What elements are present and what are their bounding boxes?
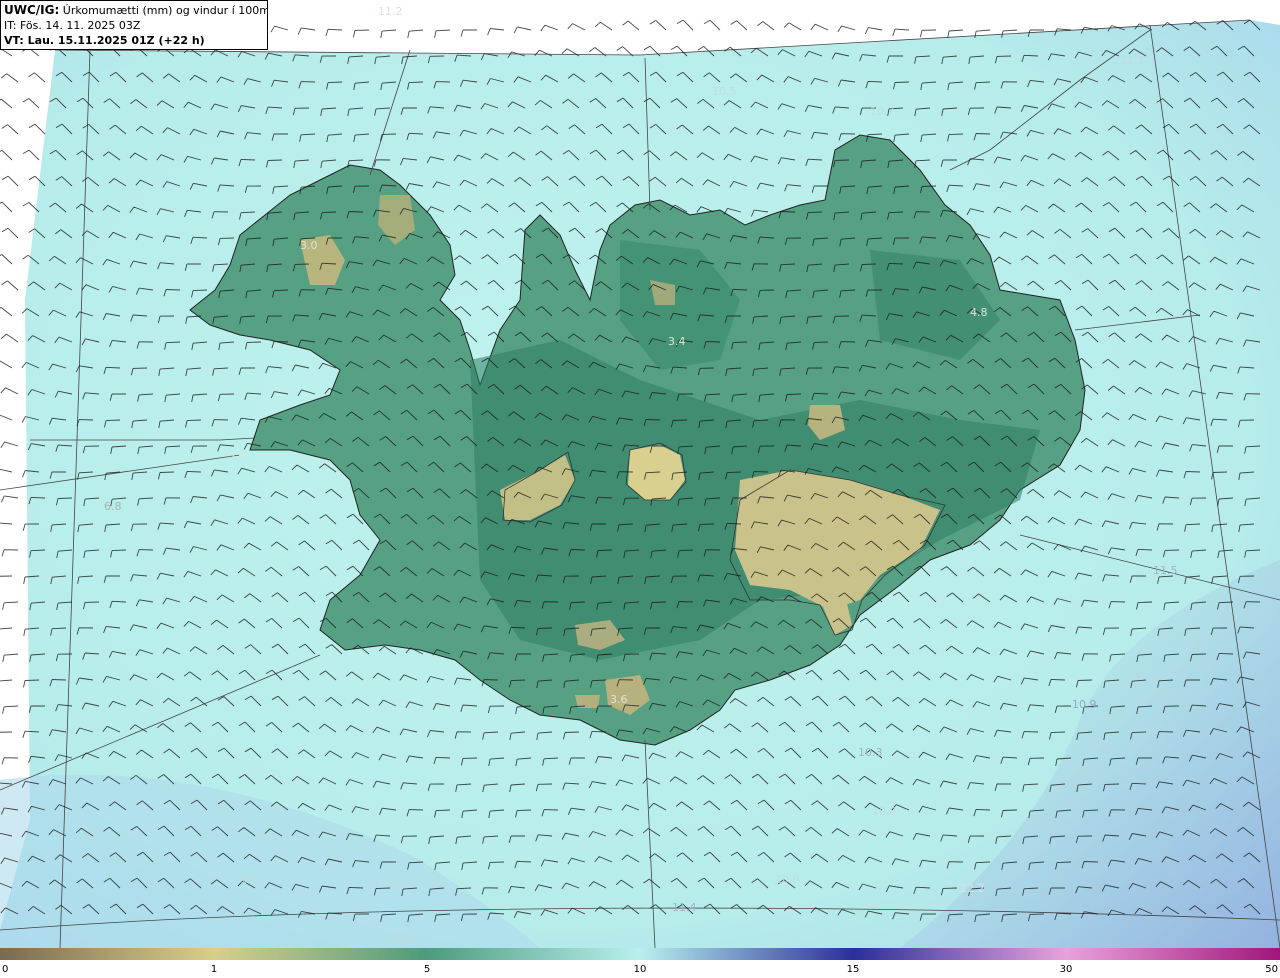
value-label: 11.6: [240, 873, 265, 886]
value-label: 3.4: [228, 448, 246, 461]
init-time: IT: Fös. 14. 11. 2025 03Z: [4, 19, 141, 32]
colorbar-tick: 0: [2, 964, 9, 975]
colorbar-tick: 10: [633, 964, 647, 975]
map-title: Úrkomumætti (mm) og vindur í 100m hæð: [62, 4, 268, 17]
value-label: 11.0: [390, 934, 415, 947]
title-line: UWC/IG: Úrkomumætti (mm) og vindur í 100…: [4, 3, 267, 18]
map-info-box: UWC/IG: Úrkomumætti (mm) og vindur í 100…: [0, 0, 268, 50]
value-label: 10.8: [872, 805, 897, 818]
value-label: 10.9: [1072, 698, 1097, 711]
colorbar-tick: 1: [210, 964, 218, 975]
value-label: 6.8: [104, 500, 122, 513]
colorbar-legend: 0 1 5 10 15 30 50: [0, 948, 1280, 978]
value-label: 3.0: [300, 239, 318, 252]
colorbar-strip: [0, 948, 1280, 960]
valid-time: VT: Lau. 15.11.2025 01Z (+22 h): [4, 34, 205, 47]
colorbar-tick: 5: [423, 964, 431, 975]
model-label: UWC/IG:: [4, 3, 60, 17]
value-label: 10.9: [775, 873, 800, 886]
value-label: 4.8: [970, 306, 988, 319]
colorbar-tick: 50: [1265, 964, 1278, 975]
value-label: 11.2: [378, 5, 403, 18]
value-label: 3.4: [668, 335, 686, 348]
value-label: 11.1: [1120, 54, 1145, 67]
value-label: 11.5: [1153, 564, 1178, 577]
weather-map: 3.0 3.4 4.8 3.4 6.8 3.6 10.9 10.3 11.4 1…: [0, 0, 1280, 978]
value-label: 10.5: [712, 85, 737, 98]
colorbar-tick: 30: [1059, 964, 1073, 975]
map-canvas: 3.0 3.4 4.8 3.4 6.8 3.6 10.9 10.3 11.4 1…: [0, 5, 1280, 948]
value-label: 12.2: [960, 882, 985, 895]
colorbar-tick: 15: [846, 964, 860, 975]
value-label: 3.6: [610, 693, 628, 706]
value-label: 10.3: [858, 746, 883, 759]
value-label: 10.7: [870, 105, 895, 118]
value-label: 11.4: [672, 901, 697, 914]
